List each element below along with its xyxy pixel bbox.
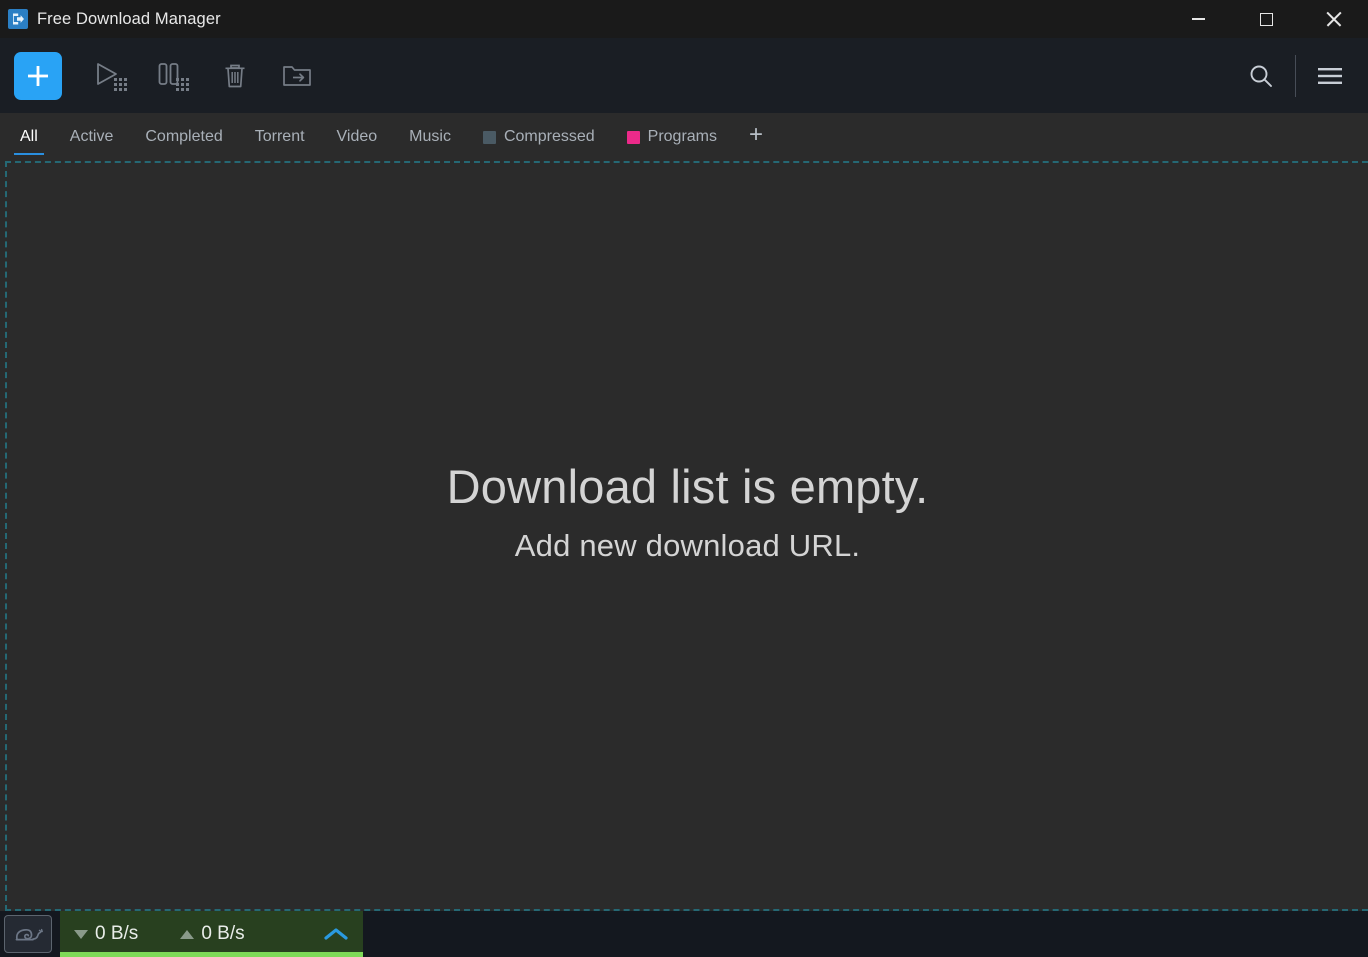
tab-label: Music [409,128,451,145]
main-toolbar [0,38,1368,113]
pause-all-icon [158,62,189,91]
tab-active[interactable]: Active [54,113,130,161]
hamburger-menu-icon [1318,67,1342,84]
maximize-icon [1259,12,1273,26]
tab-torrent[interactable]: Torrent [239,113,321,161]
snail-icon [15,928,43,941]
tab-label: Video [336,128,378,145]
tab-compressed[interactable]: Compressed [467,113,611,161]
upload-speed-item: 0 B/s [180,923,245,945]
search-icon [1250,65,1272,87]
empty-state: Download list is empty. Add new download… [447,460,929,564]
delete-button[interactable] [204,48,266,104]
trash-icon [225,64,245,87]
status-bar: 0 B/s 0 B/s [0,911,1368,957]
speed-limiter-button[interactable] [4,915,52,953]
tab-label: All [20,128,38,145]
add-tab-button[interactable]: + [733,113,779,161]
tab-label: Active [69,128,114,145]
toolbar-right-group [1237,51,1354,101]
upload-speed-value: 0 B/s [201,923,245,944]
menu-button[interactable] [1306,51,1354,101]
expand-speed-panel-button[interactable] [323,926,349,942]
chevron-up-icon [324,928,348,940]
minimize-icon [1191,18,1205,20]
toolbar-divider [1295,54,1296,97]
tab-label: Compressed [503,128,595,145]
close-icon [1326,11,1342,27]
tab-video[interactable]: Video [321,113,394,161]
download-list-empty-area: Download list is empty. Add new download… [5,161,1368,911]
empty-state-title: Download list is empty. [446,459,929,513]
speed-panel[interactable]: 0 B/s 0 B/s [60,911,363,957]
fdm-window: Free Download Manager All Active Complet… [0,0,1368,957]
window-title: Free Download Manager [37,9,221,28]
empty-state-subtitle: Add new download URL. [514,528,861,564]
folder-arrow-icon [283,65,311,86]
category-tabs: All Active Completed Torrent Video Music… [0,113,1368,161]
triangle-down-icon [74,929,88,939]
tab-label: Completed [145,128,223,145]
content-area: All Active Completed Torrent Video Music… [0,113,1368,911]
pause-all-button[interactable] [142,48,204,104]
programs-color-chip [626,130,640,144]
search-button[interactable] [1237,51,1285,101]
minimize-button[interactable] [1164,0,1232,38]
tab-completed[interactable]: Completed [129,113,238,161]
move-to-folder-button[interactable] [266,48,328,104]
title-bar: Free Download Manager [0,0,1368,38]
close-button[interactable] [1300,0,1368,38]
download-speed-item: 0 B/s [74,923,138,945]
add-download-button[interactable] [14,51,62,100]
tab-music[interactable]: Music [393,113,467,161]
title-bar-left: Free Download Manager [0,9,221,29]
compressed-color-chip [482,130,496,144]
plus-icon [28,65,48,86]
tab-label: Torrent [254,128,305,145]
tab-programs[interactable]: Programs [611,113,733,161]
download-speed-value: 0 B/s [95,923,139,944]
app-icon [8,9,28,29]
resume-all-button[interactable] [80,48,142,104]
window-controls [1164,0,1368,38]
maximize-button[interactable] [1232,0,1300,38]
triangle-up-icon [180,929,195,939]
tab-label: Programs [647,128,718,145]
play-all-icon [97,62,127,91]
tab-all[interactable]: All [4,113,54,161]
